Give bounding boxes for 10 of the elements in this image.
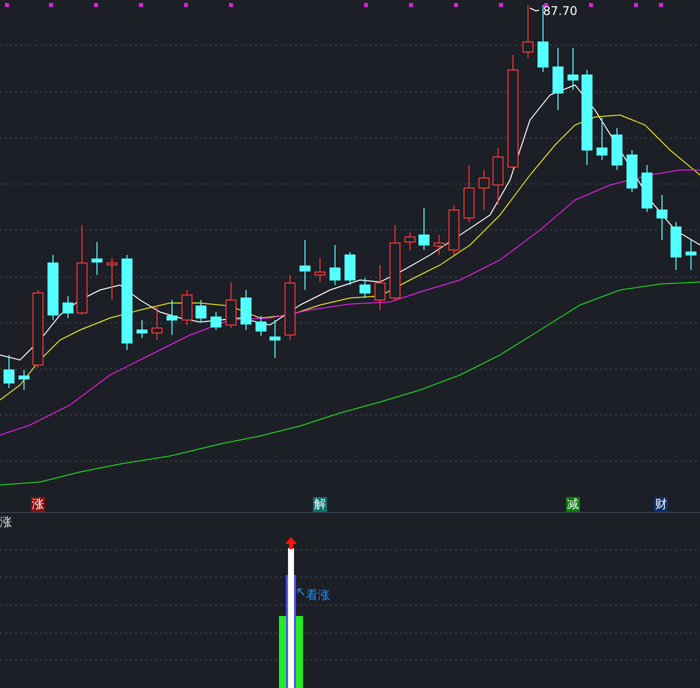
up-arrow-icon: [285, 537, 297, 549]
event-tag: 财: [654, 497, 668, 512]
pointer-line: [530, 8, 540, 12]
pointer-arrow-icon: [298, 588, 304, 596]
signal-label: 看涨: [306, 587, 330, 604]
high-price-label: 87.70: [543, 4, 578, 18]
event-tag: 解: [313, 497, 327, 512]
event-tag: 涨: [31, 497, 45, 512]
indicator-title: 涨: [0, 514, 12, 531]
event-tag: 减: [566, 497, 580, 512]
